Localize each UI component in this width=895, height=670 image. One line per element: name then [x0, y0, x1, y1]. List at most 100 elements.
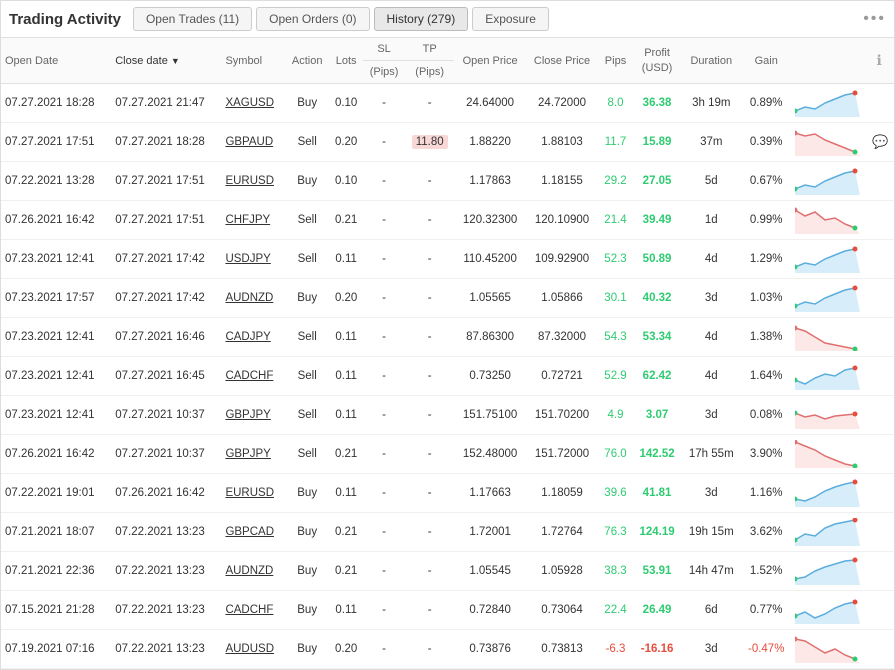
- close-date: 07.22.2021 13:23: [111, 513, 221, 552]
- sparkline: [791, 435, 864, 474]
- col-close-date[interactable]: Close date ▼: [111, 38, 221, 84]
- sparkline: [791, 591, 864, 630]
- duration: 6d: [681, 591, 741, 630]
- table-row: 07.21.2021 18:07 07.22.2021 13:23 GBPCAD…: [1, 513, 894, 552]
- symbol[interactable]: GBPAUD: [221, 123, 285, 162]
- tab-history[interactable]: History (279): [374, 7, 469, 31]
- table-row: 07.27.2021 17:51 07.27.2021 18:28 GBPAUD…: [1, 123, 894, 162]
- row-actions: 💬: [864, 123, 894, 162]
- sl-pips: -: [363, 279, 405, 318]
- gain: 0.89%: [741, 84, 791, 123]
- action: Buy: [285, 474, 329, 513]
- col-profit: Profit(USD): [633, 38, 682, 84]
- col-symbol: Symbol: [221, 38, 285, 84]
- symbol[interactable]: CADJPY: [221, 318, 285, 357]
- tp-pips-cell: -: [405, 630, 455, 669]
- row-actions: [864, 513, 894, 552]
- pips: 8.0: [598, 84, 632, 123]
- pips: 52.3: [598, 240, 632, 279]
- symbol[interactable]: GBPJPY: [221, 435, 285, 474]
- action: Buy: [285, 513, 329, 552]
- lots: 0.11: [329, 357, 363, 396]
- row-actions: [864, 474, 894, 513]
- duration: 14h 47m: [681, 552, 741, 591]
- col-sl-label: SL: [363, 38, 405, 61]
- row-actions: [864, 279, 894, 318]
- tp-pips-cell: -: [405, 591, 455, 630]
- table-row: 07.26.2021 16:42 07.27.2021 10:37 GBPJPY…: [1, 435, 894, 474]
- symbol[interactable]: EURUSD: [221, 162, 285, 201]
- profit: 15.89: [633, 123, 682, 162]
- profit: 142.52: [633, 435, 682, 474]
- symbol[interactable]: CADCHF: [221, 591, 285, 630]
- gain: 1.52%: [741, 552, 791, 591]
- close-date: 07.27.2021 17:42: [111, 240, 221, 279]
- col-info: ℹ: [864, 38, 894, 84]
- table-row: 07.23.2021 12:41 07.27.2021 16:46 CADJPY…: [1, 318, 894, 357]
- table-wrapper: Open Date Close date ▼ Symbol Action Lot…: [1, 38, 894, 669]
- duration: 5d: [681, 162, 741, 201]
- symbol[interactable]: USDJPY: [221, 240, 285, 279]
- duration: 19h 15m: [681, 513, 741, 552]
- gain: 1.29%: [741, 240, 791, 279]
- table-row: 07.15.2021 21:28 07.22.2021 13:23 CADCHF…: [1, 591, 894, 630]
- close-price: 1.05928: [526, 552, 599, 591]
- symbol[interactable]: AUDNZD: [221, 279, 285, 318]
- sparkline: [791, 201, 864, 240]
- tp-pips-cell: -: [405, 474, 455, 513]
- lots: 0.21: [329, 552, 363, 591]
- open-date: 07.23.2021 12:41: [1, 240, 111, 279]
- row-actions: [864, 435, 894, 474]
- tab-exposure[interactable]: Exposure: [472, 7, 549, 31]
- symbol[interactable]: XAGUSD: [221, 84, 285, 123]
- symbol[interactable]: EURUSD: [221, 474, 285, 513]
- sparkline: [791, 84, 864, 123]
- open-date: 07.21.2021 18:07: [1, 513, 111, 552]
- close-date: 07.27.2021 10:37: [111, 396, 221, 435]
- tp-pips-cell: -: [405, 162, 455, 201]
- open-date: 07.23.2021 12:41: [1, 396, 111, 435]
- open-date: 07.23.2021 17:57: [1, 279, 111, 318]
- gain: 1.03%: [741, 279, 791, 318]
- close-date: 07.27.2021 17:51: [111, 162, 221, 201]
- tp-pips-cell: -: [405, 318, 455, 357]
- tp-pips-cell: -: [405, 84, 455, 123]
- symbol[interactable]: GBPCAD: [221, 513, 285, 552]
- gain: 0.99%: [741, 201, 791, 240]
- comment-icon[interactable]: 💬: [872, 134, 888, 149]
- sl-pips: -: [363, 123, 405, 162]
- open-price: 1.17863: [454, 162, 525, 201]
- close-price: 1.18059: [526, 474, 599, 513]
- col-open-price: Open Price: [454, 38, 525, 84]
- tp-pips-cell: -: [405, 396, 455, 435]
- profit: 40.32: [633, 279, 682, 318]
- tab-open-orders[interactable]: Open Orders (0): [256, 7, 369, 31]
- table-row: 07.27.2021 18:28 07.27.2021 21:47 XAGUSD…: [1, 84, 894, 123]
- close-date: 07.27.2021 17:42: [111, 279, 221, 318]
- sl-pips: -: [363, 318, 405, 357]
- symbol[interactable]: AUDUSD: [221, 630, 285, 669]
- symbol[interactable]: GBPJPY: [221, 396, 285, 435]
- row-actions: [864, 318, 894, 357]
- sl-pips: -: [363, 240, 405, 279]
- col-chart: [791, 38, 864, 84]
- tab-open-trades[interactable]: Open Trades (11): [133, 7, 252, 31]
- duration: 3h 19m: [681, 84, 741, 123]
- symbol[interactable]: CADCHF: [221, 357, 285, 396]
- sparkline: [791, 357, 864, 396]
- symbol[interactable]: AUDNZD: [221, 552, 285, 591]
- open-price: 120.32300: [454, 201, 525, 240]
- open-price: 1.17663: [454, 474, 525, 513]
- app-container: Trading Activity Open Trades (11)Open Or…: [0, 0, 895, 670]
- tp-pips-cell: -: [405, 513, 455, 552]
- gain: 0.08%: [741, 396, 791, 435]
- symbol[interactable]: CHFJPY: [221, 201, 285, 240]
- more-button[interactable]: •••: [863, 10, 886, 28]
- lots: 0.11: [329, 240, 363, 279]
- open-price: 1.72001: [454, 513, 525, 552]
- pips: 4.9: [598, 396, 632, 435]
- sparkline: [791, 630, 864, 669]
- close-price: 0.73813: [526, 630, 599, 669]
- table-row: 07.21.2021 22:36 07.22.2021 13:23 AUDNZD…: [1, 552, 894, 591]
- open-date: 07.22.2021 19:01: [1, 474, 111, 513]
